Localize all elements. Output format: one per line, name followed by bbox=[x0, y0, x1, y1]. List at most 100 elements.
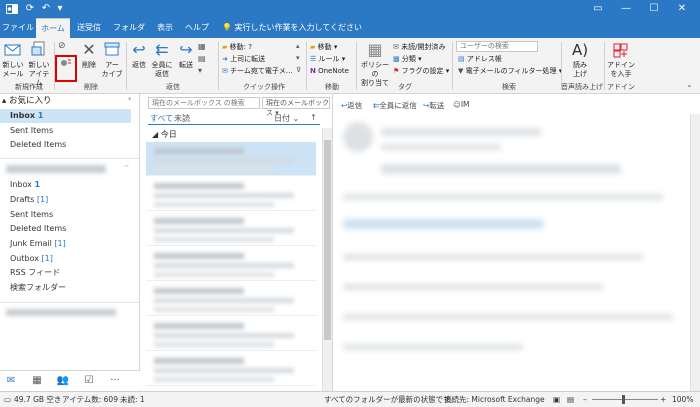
read-aloud-label-2: 上げ bbox=[573, 70, 587, 78]
zoom-slider-thumb[interactable] bbox=[622, 395, 625, 404]
reading-view-icon[interactable]: ▤ bbox=[567, 392, 574, 407]
message-item[interactable] bbox=[146, 282, 316, 316]
reading-im-button[interactable]: ☺IM bbox=[453, 100, 470, 109]
unread-read-button[interactable]: ✉ 未読/開封済み bbox=[393, 42, 445, 52]
filter-email-button[interactable]: ▼ 電子メールのフィルター処理 ▾ bbox=[458, 66, 562, 76]
sort-by-date[interactable]: 日付 ⌄ bbox=[274, 113, 299, 124]
qat-dropdown-icon[interactable]: ▾ bbox=[54, 3, 66, 15]
account-header[interactable] bbox=[6, 165, 106, 173]
mailbox-search-input[interactable] bbox=[148, 97, 260, 109]
folder-search-folders[interactable]: 検索フォルダー bbox=[10, 281, 135, 295]
mail-icon[interactable]: ✉ bbox=[2, 373, 20, 389]
group-header-today[interactable]: ◢ 今日 bbox=[152, 129, 177, 140]
new-email-button[interactable]: 新しい メール bbox=[2, 40, 24, 79]
forward-button[interactable]: ↪ 転送 bbox=[175, 40, 197, 70]
delete-button[interactable]: ✕ 削除 bbox=[78, 40, 100, 70]
folder-outbox[interactable]: Outbox [1] bbox=[10, 252, 135, 266]
quicksteps-scroll-down-icon[interactable]: ▾ bbox=[296, 54, 300, 62]
more-apps-icon[interactable]: ··· bbox=[106, 373, 124, 389]
reply-button[interactable]: ↩ 返信 bbox=[128, 40, 150, 70]
tab-file[interactable]: ファイル bbox=[2, 18, 34, 38]
quicksteps-more-icon[interactable]: ⊽ bbox=[296, 66, 301, 74]
message-list-scrollbar[interactable] bbox=[322, 128, 332, 391]
address-book-icon: ▤ bbox=[458, 55, 465, 63]
more-respond-icon[interactable]: ▾ bbox=[198, 66, 202, 75]
tab-send-receive[interactable]: 送受信 bbox=[72, 18, 106, 38]
message-item[interactable] bbox=[146, 352, 316, 386]
ribbon-display-options-icon[interactable]: ▭ bbox=[584, 0, 612, 18]
zoom-slider[interactable] bbox=[592, 399, 658, 400]
folder-deleted-items[interactable]: Deleted Items bbox=[10, 222, 135, 236]
filter-all-tab[interactable]: すべて bbox=[150, 113, 173, 124]
favorites-header[interactable]: ▴ お気に入り bbox=[2, 94, 51, 108]
im-reply-icon[interactable]: ▤ bbox=[198, 54, 206, 63]
message-item[interactable] bbox=[146, 142, 316, 176]
onenote-button[interactable]: N OneNote bbox=[310, 66, 349, 76]
address-book-button[interactable]: ▤ アドレス帳 bbox=[458, 54, 502, 64]
message-item[interactable] bbox=[146, 317, 316, 351]
read-aloud-button[interactable]: A) 読み 上げ bbox=[566, 40, 594, 79]
message-item[interactable] bbox=[146, 212, 316, 246]
search-people-input[interactable] bbox=[456, 41, 538, 52]
undo-icon[interactable]: ↶ bbox=[40, 3, 52, 15]
ignore-icon[interactable]: ⊘ bbox=[58, 41, 66, 51]
rules-button[interactable]: ☰ ルール ▾ bbox=[310, 54, 345, 64]
tasks-icon[interactable]: ☑ bbox=[80, 373, 98, 389]
reading-pane: ↩返信 ⇇全員に返信 ↪転送 ☺IM bbox=[333, 94, 700, 391]
quickstep-to-manager[interactable]: ➜ 上司に転送 bbox=[222, 54, 265, 64]
tab-view[interactable]: 表示 bbox=[152, 18, 178, 38]
folder-drafts[interactable]: Drafts [1] bbox=[10, 193, 135, 207]
reading-reply-all-button[interactable]: ⇇全員に返信 bbox=[373, 100, 417, 111]
message-item[interactable] bbox=[146, 247, 316, 281]
move-button[interactable]: ▰ 移動 ▾ bbox=[310, 42, 337, 52]
quicksteps-scroll-up-icon[interactable]: ▴ bbox=[296, 42, 300, 50]
folder-rss-feeds[interactable]: RSS フィード bbox=[10, 266, 135, 280]
zoom-in-icon[interactable]: + bbox=[660, 392, 666, 407]
message-item[interactable] bbox=[146, 177, 316, 211]
reply-all-button[interactable]: ⇇ 全員に 返信 bbox=[150, 40, 174, 79]
folder-junk-email[interactable]: Junk Email [1] bbox=[10, 237, 135, 251]
folder-sent-items[interactable]: Sent Items bbox=[10, 208, 135, 222]
reading-reply-label: 返信 bbox=[347, 101, 363, 110]
assign-policy-button[interactable]: ▦ ポリシーの 割り当て bbox=[358, 40, 392, 88]
im-icon: ☺ bbox=[453, 100, 461, 109]
scrollbar-thumb[interactable] bbox=[324, 140, 331, 340]
new-items-button[interactable]: 新しい アイテム bbox=[26, 40, 52, 88]
zoom-level[interactable]: 100% bbox=[672, 392, 693, 407]
people-icon[interactable]: 👥 bbox=[54, 373, 72, 389]
follow-up-button[interactable]: ⚑ フラグの設定 ▾ bbox=[393, 66, 449, 76]
tab-help[interactable]: ヘルプ bbox=[182, 18, 212, 38]
send-receive-icon[interactable]: ⟳ bbox=[24, 3, 36, 15]
collapse-ribbon-icon[interactable]: ⌃ bbox=[686, 84, 693, 93]
new-email-label-1: 新しい bbox=[2, 61, 24, 69]
favorite-inbox[interactable]: Inbox 1 bbox=[0, 109, 131, 123]
meeting-icon[interactable]: ▦ bbox=[198, 42, 206, 51]
favorite-deleted-items[interactable]: Deleted Items bbox=[10, 138, 135, 152]
normal-view-icon[interactable]: ▣ bbox=[553, 392, 560, 407]
calendar-icon[interactable]: ▦ bbox=[28, 373, 46, 389]
collapse-folder-pane-icon[interactable]: ‹ bbox=[128, 94, 131, 103]
reading-forward-button[interactable]: ↪転送 bbox=[423, 100, 444, 111]
archive-icon bbox=[102, 40, 122, 60]
reading-pane-scrollbar[interactable] bbox=[690, 114, 700, 391]
reading-reply-button[interactable]: ↩返信 bbox=[341, 100, 362, 111]
tab-folder[interactable]: フォルダー bbox=[110, 18, 148, 52]
tab-home[interactable]: ホーム bbox=[36, 18, 70, 38]
secondary-account-header[interactable] bbox=[6, 309, 116, 316]
favorite-sent-items[interactable]: Sent Items bbox=[10, 124, 135, 138]
quickstep-move-to[interactable]: ▰ 移動: ? bbox=[222, 42, 252, 52]
tell-me-box[interactable]: 💡 実行したい作業を入力してください bbox=[222, 18, 362, 38]
close-icon[interactable]: ✕ bbox=[668, 0, 696, 18]
get-addins-button[interactable]: アドイン を入手 bbox=[606, 40, 636, 79]
account-more-icon[interactable]: ·· bbox=[124, 162, 129, 171]
minimize-icon[interactable]: — bbox=[612, 0, 640, 18]
maximize-icon[interactable]: ☐ bbox=[640, 0, 668, 18]
zoom-out-icon[interactable]: – bbox=[583, 392, 587, 407]
filter-unread-tab[interactable]: 未読 bbox=[174, 113, 190, 124]
categorize-button[interactable]: ▩ 分類 ▾ bbox=[393, 54, 422, 64]
search-scope-dropdown[interactable]: 現在のメールボックス ▾ bbox=[262, 97, 330, 117]
archive-button[interactable]: アー カイブ bbox=[100, 40, 124, 79]
folder-inbox[interactable]: Inbox 1 bbox=[10, 178, 135, 192]
quickstep-team-email[interactable]: ✉ チーム宛て電子メ... bbox=[222, 66, 293, 76]
sort-direction-icon[interactable]: ↑ bbox=[310, 113, 317, 122]
